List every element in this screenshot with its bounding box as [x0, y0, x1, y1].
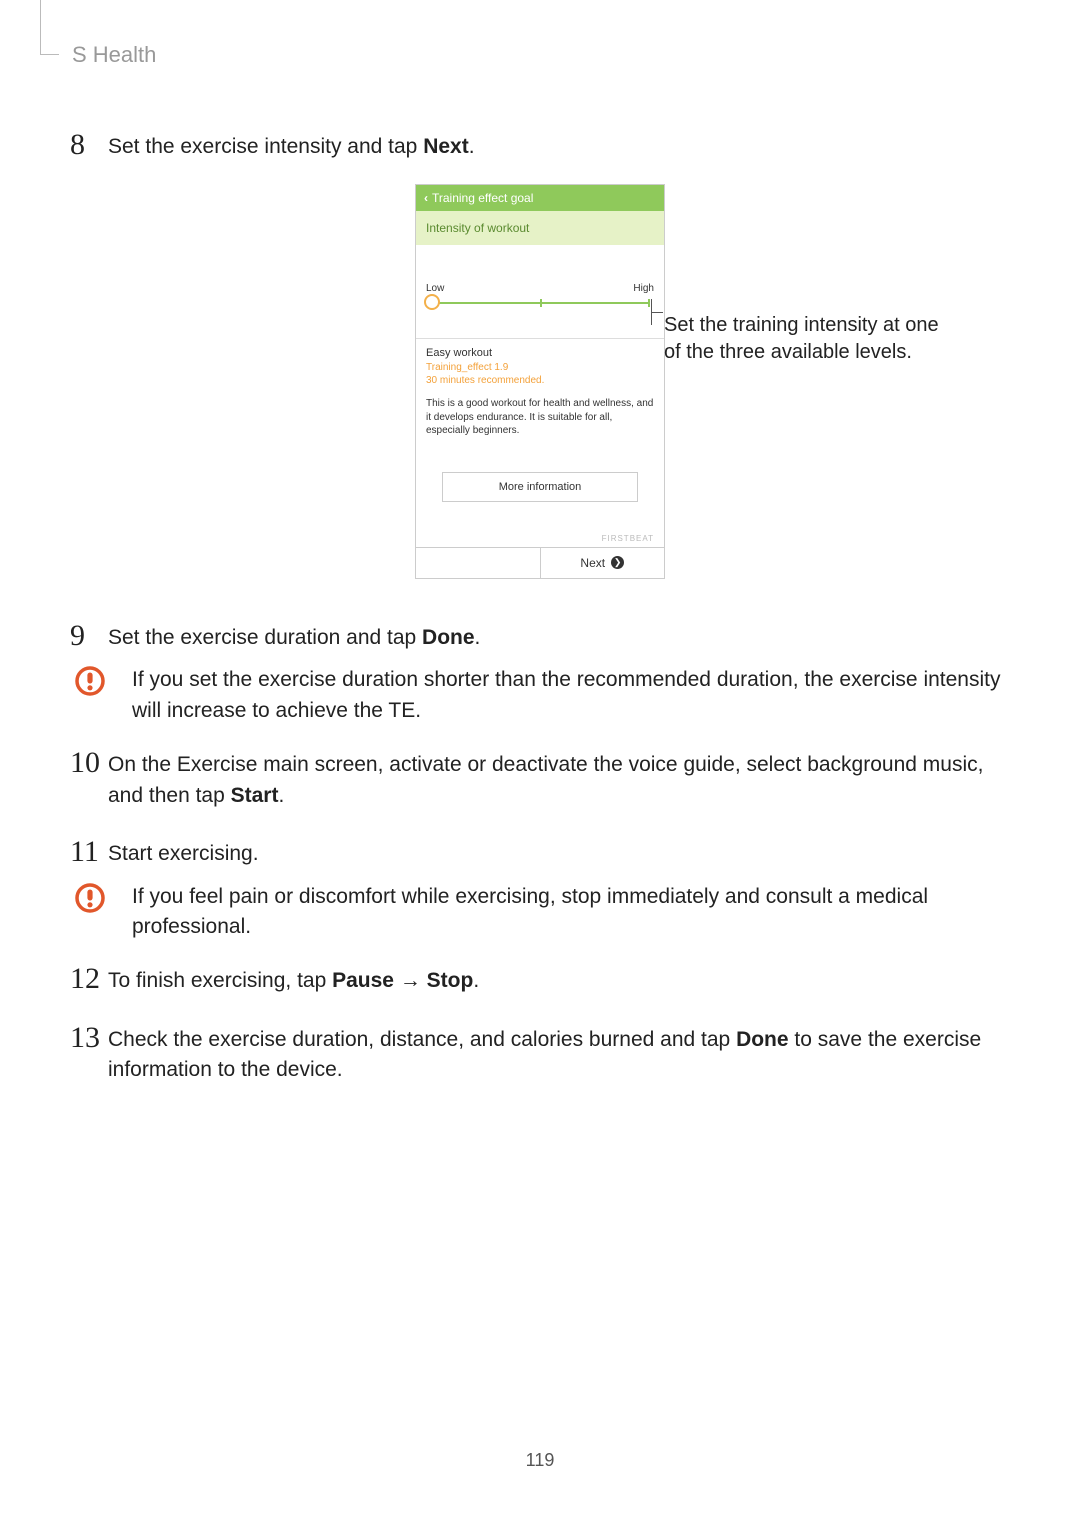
text: To finish exercising, tap	[108, 969, 332, 992]
page-number: 119	[0, 1450, 1080, 1471]
manual-page: S Health 8 Set the exercise intensity an…	[0, 0, 1080, 1527]
header-rule	[40, 0, 59, 55]
more-info-button[interactable]: More information	[442, 472, 638, 502]
callout-line1: Set the training intensity at one	[664, 314, 939, 336]
workout-sub: Training_effect 1.9 30 minutes recommend…	[426, 361, 654, 387]
step-11: 11 Start exercising.	[70, 835, 1010, 869]
callout-leader	[651, 312, 663, 313]
bold: Next	[423, 135, 469, 158]
step-text: To finish exercising, tap Pause → Stop.	[108, 962, 479, 996]
step-number: 13	[70, 1021, 108, 1053]
callout-text: Set the training intensity at one of the…	[664, 312, 939, 366]
text: Set the exercise intensity and tap	[108, 135, 423, 158]
text: .	[278, 784, 284, 807]
next-label: Next	[580, 556, 605, 570]
next-button[interactable]: Next ❯	[541, 548, 665, 578]
figure-row: ‹ Training effect goal Intensity of work…	[70, 184, 1010, 579]
warning-note: If you feel pain or discomfort while exe…	[70, 880, 1010, 943]
phone-title: Training effect goal	[432, 191, 533, 205]
text: Set the exercise duration and tap	[108, 626, 422, 649]
text: Check the exercise duration, distance, a…	[108, 1028, 736, 1051]
warning-icon	[70, 663, 110, 702]
step-12: 12 To finish exercising, tap Pause → Sto…	[70, 962, 1010, 996]
step-8: 8 Set the exercise intensity and tap Nex…	[70, 128, 1010, 162]
back-icon[interactable]: ‹	[424, 191, 428, 205]
step-text: Set the exercise duration and tap Done.	[108, 619, 480, 653]
step-13: 13 Check the exercise duration, distance…	[70, 1021, 1010, 1086]
text: .	[473, 969, 479, 992]
bottom-bar: Next ❯	[416, 547, 664, 578]
step-10: 10 On the Exercise main screen, activate…	[70, 746, 1010, 811]
phone-titlebar[interactable]: ‹ Training effect goal	[416, 185, 664, 211]
warning-note: If you set the exercise duration shorter…	[70, 663, 1010, 726]
workout-desc: This is a good workout for health and we…	[426, 397, 654, 438]
warning-text: If you feel pain or discomfort while exe…	[132, 880, 1010, 943]
step-text: Start exercising.	[108, 835, 259, 869]
bold: Done	[422, 626, 475, 649]
text: .	[475, 626, 481, 649]
phone-subtitle: Intensity of workout	[416, 211, 664, 245]
step-number: 12	[70, 962, 108, 994]
phone-body: Low High Easy workout Training_effect 1.…	[416, 245, 664, 514]
divider	[416, 338, 664, 339]
step-number: 11	[70, 835, 108, 867]
slider-high-label: High	[633, 283, 654, 294]
slider-thumb[interactable]	[424, 294, 440, 310]
bold: Start	[231, 784, 279, 807]
step-text: Check the exercise duration, distance, a…	[108, 1021, 1010, 1086]
firstbeat-label: FIRSTBEAT	[416, 514, 664, 547]
step-number: 8	[70, 128, 108, 160]
step-9: 9 Set the exercise duration and tap Done…	[70, 619, 1010, 653]
intensity-slider[interactable]	[426, 296, 654, 314]
workout-te: Training_effect 1.9	[426, 362, 508, 373]
callout-line2: of the three available levels.	[664, 341, 912, 363]
bold: Pause	[332, 969, 394, 992]
slider-tick	[540, 299, 542, 307]
warning-text: If you set the exercise duration shorter…	[132, 663, 1010, 726]
step-text: Set the exercise intensity and tap Next.	[108, 128, 475, 162]
arrow-icon: →	[394, 969, 427, 992]
bold: Done	[736, 1028, 789, 1051]
step-text: On the Exercise main screen, activate or…	[108, 746, 1010, 811]
content: 8 Set the exercise intensity and tap Nex…	[70, 128, 1010, 1086]
bottom-empty	[416, 548, 541, 578]
next-icon: ❯	[611, 556, 624, 569]
slider-low-label: Low	[426, 283, 444, 294]
step-number: 9	[70, 619, 108, 651]
warning-icon	[70, 880, 110, 919]
workout-title: Easy workout	[426, 347, 654, 359]
step-number: 10	[70, 746, 108, 778]
workout-rec: 30 minutes recommended.	[426, 375, 544, 386]
section-title: S Health	[72, 42, 1010, 68]
bold: Stop	[427, 969, 474, 992]
text: .	[469, 135, 475, 158]
slider-tick	[648, 299, 650, 307]
slider-labels: Low High	[426, 283, 654, 294]
phone-screenshot: ‹ Training effect goal Intensity of work…	[415, 184, 665, 579]
